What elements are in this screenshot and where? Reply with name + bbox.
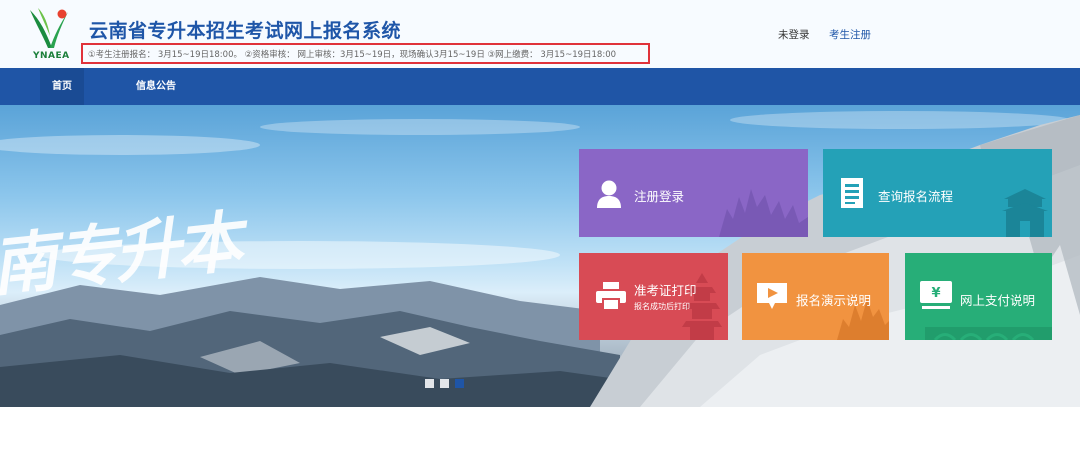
carousel-dot-2[interactable]: [440, 379, 449, 388]
register-link[interactable]: 考生注册: [829, 27, 871, 42]
printer-icon: [596, 282, 626, 314]
nav-item-home[interactable]: 首页: [40, 68, 84, 105]
mountain-decoration-icon: [719, 189, 808, 237]
tile-label: 准考证打印: [634, 283, 697, 298]
site-header: YNAEA 云南省专升本招生考试网上报名系统 ①考生注册报名： 3月15~19日…: [0, 0, 1080, 68]
tile-label: 注册登录: [634, 189, 685, 204]
document-icon: [841, 178, 863, 212]
carousel-dot-1[interactable]: [425, 379, 434, 388]
tile-label: 网上支付说明: [960, 293, 1036, 308]
site-title: 云南省专升本招生考试网上报名系统: [89, 20, 402, 42]
login-status: 未登录: [778, 29, 810, 41]
tower-decoration-icon: [1002, 189, 1048, 237]
yen-icon: ¥: [920, 281, 952, 315]
online-payment-tile[interactable]: ¥ 网上支付说明: [905, 253, 1052, 340]
tile-label: 查询报名流程: [878, 189, 954, 204]
user-icon: [596, 180, 622, 212]
admission-ticket-print-tile[interactable]: 准考证打印 报名成功后打印: [579, 253, 728, 340]
notice-text: ①考生注册报名： 3月15~19日18:00。 ②资格审核： 网上审核：3月15…: [88, 50, 617, 60]
carousel-indicators: [425, 379, 470, 389]
svg-text:¥: ¥: [931, 286, 940, 301]
nav-item-announcements[interactable]: 信息公告: [124, 68, 188, 105]
register-login-tile[interactable]: 注册登录: [579, 149, 808, 237]
play-icon: [757, 283, 787, 313]
tile-label: 报名演示说明: [796, 293, 872, 308]
tile-sublabel: 报名成功后打印: [634, 302, 690, 311]
registration-demo-tile[interactable]: 报名演示说明: [742, 253, 889, 340]
bridge-decoration-icon: [925, 327, 1052, 340]
carousel-dot-3[interactable]: [455, 379, 464, 388]
logo-text: YNAEA: [33, 51, 70, 61]
main-nav: 首页 信息公告: [0, 68, 1080, 105]
registration-notice: ①考生注册报名： 3月15~19日18:00。 ②资格审核： 网上审核：3月15…: [81, 43, 650, 64]
query-process-tile[interactable]: 查询报名流程: [823, 149, 1052, 237]
